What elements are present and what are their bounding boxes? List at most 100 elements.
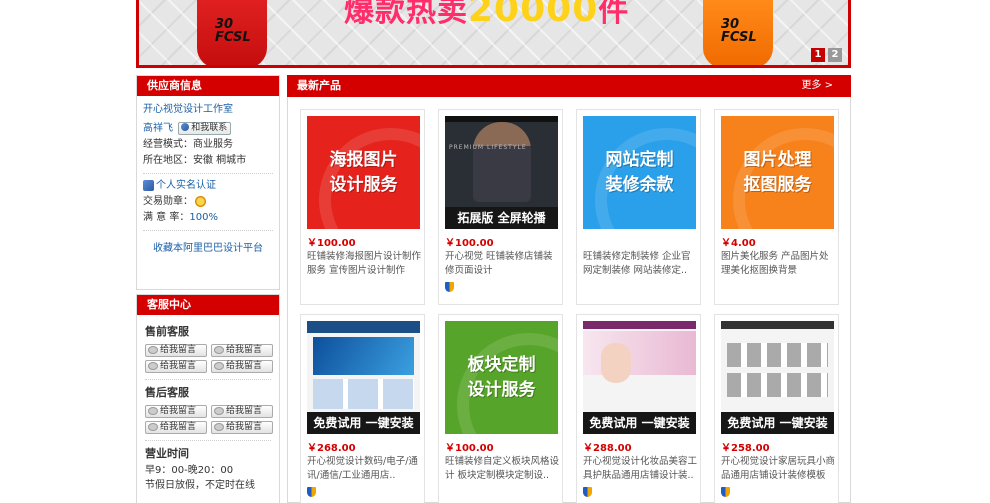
leave-message-label: 给我留言 [160,406,197,416]
product-title-link[interactable]: 旺铺装修定制装修 企业官网定制装修 网站装修定.. [583,250,699,278]
product-card[interactable]: PREMIUM LIFESTYLE 拓展版 全屏轮播 ￥100.00 开心视觉 … [438,109,563,305]
product-thumbnail[interactable]: 海报图片 设计服务 [307,116,420,229]
product-card[interactable]: 免费试用 一键安装 ￥288.00 开心视觉设计化妆品美容工具护肤品通用店铺设计… [576,314,701,503]
favorite-link[interactable]: 收藏本阿里巴巴设计平台 [143,235,273,254]
kid-logo: 30 FCSL [721,17,757,45]
banner-model-right: 30 FCSL [703,0,773,65]
hours-title: 营业时间 [145,447,189,460]
screen-header [721,321,834,329]
leave-message-button[interactable]: 给我留言 [145,405,207,418]
message-bubble-icon [148,361,158,370]
thumbnail-caption: 拓展版 全屏轮播 [445,207,558,229]
divider [143,173,273,174]
thumbnail-text: 板块定制 设计服务 [467,354,536,400]
product-title-link[interactable]: 开心视觉 旺铺装修店铺装修页面设计 [445,250,561,278]
message-bubble-icon [214,422,224,431]
company-link[interactable]: 开心视觉设计工作室 [143,102,273,118]
medal-row: 交易勋章： [143,194,273,210]
medal-label: 交易勋章： [143,196,193,207]
product-thumbnail[interactable]: 网站定制 装修余款 [583,116,696,229]
leave-message-label: 给我留言 [226,361,263,371]
thumbnail-caption: 免费试用 一键安装 [307,412,420,434]
contact-me-button[interactable]: 和我联系 [178,121,232,135]
shop-page: 30 FCSL 30 FCSL 爆款热卖20000件 1 2 供应商信息 开心视… [0,0,990,503]
contact-row: 高祥飞 和我联系 [143,121,273,137]
service-panel: 客服中心 售前客服 给我留言 给我留言 给我留言 给我留言 售后客服 给我留言 … [136,294,280,503]
contact-name-link[interactable]: 高祥飞 [143,123,173,134]
cert-row[interactable]: 个人实名认证 [143,178,273,194]
product-thumbnail[interactable]: 图片处理 抠图服务 [721,116,834,229]
banner-model-left: 30 FCSL [197,0,267,65]
leave-message-button[interactable]: 给我留言 [211,360,273,373]
leave-message-button[interactable]: 给我留言 [145,360,207,373]
leave-message-label: 给我留言 [160,345,197,355]
thumbnail-tagline: PREMIUM LIFESTYLE [449,144,527,151]
message-bubble-icon [214,406,224,415]
region-value: 安徽 桐城市 [193,155,247,166]
thumbnail-text: 网站定制 装修余款 [605,149,674,195]
cert-link[interactable]: 个人实名认证 [156,180,216,191]
id-card-icon [143,179,154,191]
leave-message-label: 给我留言 [226,406,263,416]
screen-header [583,321,696,329]
aftersale-buttons: 给我留言 给我留言 给我留言 给我留言 [145,405,273,434]
product-card[interactable]: 海报图片 设计服务 ￥100.00 旺铺装修海报图片设计制作服务 宣传图片设计制… [300,109,425,305]
product-card[interactable]: 免费试用 一键安装 ￥268.00 开心视觉设计数码/电子/通讯/通信/工业通用… [300,314,425,503]
shield-icon [307,487,316,497]
message-bubble-icon [214,361,224,370]
shield-icon [721,487,730,497]
product-price: ￥100.00 [445,238,494,249]
banner-page-2[interactable]: 2 [828,48,842,62]
leave-message-button[interactable]: 给我留言 [145,421,207,434]
product-title-link[interactable]: 图片美化服务 产品图片处理美化抠图换背景 [721,250,837,278]
product-grid: 海报图片 设计服务 ￥100.00 旺铺装修海报图片设计制作服务 宣传图片设计制… [287,97,851,503]
product-title-link[interactable]: 开心视觉设计化妆品美容工具护肤品通用店铺设计装.. [583,455,699,483]
product-thumbnail[interactable]: PREMIUM LIFESTYLE 拓展版 全屏轮播 [445,116,558,229]
product-title-link[interactable]: 开心视觉设计家居玩具小商品通用店铺设计装修模板 [721,455,837,483]
supplier-panel: 供应商信息 开心视觉设计工作室 高祥飞 和我联系 经营模式：商业服务 所在地区：… [136,75,280,290]
shield-icon [583,487,592,497]
product-card[interactable]: 图片处理 抠图服务 ￥4.00 图片美化服务 产品图片处理美化抠图换背景 [714,109,839,305]
more-link[interactable]: 更多 > [801,75,833,97]
screen-hero [583,331,696,383]
leave-message-button[interactable]: 给我留言 [145,344,207,357]
product-thumbnail[interactable]: 免费试用 一键安装 [583,321,696,434]
thumbnail-caption: 免费试用 一键安装 [583,412,696,434]
product-card[interactable]: 板块定制 设计服务 ￥100.00 旺铺装修自定义板块风格设计 板块定制模块定制… [438,314,563,503]
message-bubble-icon [214,345,224,354]
product-price: ￥100.00 [307,238,356,249]
aftersale-title: 售后客服 [145,386,189,399]
product-title-link[interactable]: 旺铺装修自定义板块风格设计 板块定制模块定制设.. [445,455,561,483]
region-row: 所在地区：安徽 桐城市 [143,153,273,169]
product-thumbnail[interactable]: 免费试用 一键安装 [307,321,420,434]
model-figure [473,122,531,202]
satisfaction-label: 满 意 率： [143,212,190,223]
product-price: ￥268.00 [307,443,356,454]
product-thumbnail[interactable]: 免费试用 一键安装 [721,321,834,434]
divider [145,379,271,380]
promo-banner[interactable]: 30 FCSL 30 FCSL 爆款热卖20000件 1 2 [136,0,851,68]
leave-message-label: 给我留言 [160,422,197,432]
satisfaction-row: 满 意 率：100% [143,210,273,226]
banner-headline-text: 爆款热卖 [344,0,468,29]
divider [143,230,273,231]
banner-headline-unit: 件 [598,0,630,29]
product-title-link[interactable]: 开心视觉设计数码/电子/通讯/通信/工业通用店.. [307,455,423,483]
product-thumbnail[interactable]: 板块定制 设计服务 [445,321,558,434]
product-card[interactable]: 免费试用 一键安装 ￥258.00 开心视觉设计家居玩具小商品通用店铺设计装修模… [714,314,839,503]
leave-message-button[interactable]: 给我留言 [211,421,273,434]
screen-products-row [727,343,828,367]
banner-page-1[interactable]: 1 [811,48,825,62]
screen-grid [313,379,414,409]
product-card[interactable]: 网站定制 装修余款 旺铺装修定制装修 企业官网定制装修 网站装修定.. [576,109,701,305]
message-bubble-icon [148,345,158,354]
leave-message-button[interactable]: 给我留言 [211,405,273,418]
business-mode-row: 经营模式：商业服务 [143,137,273,153]
product-price: ￥288.00 [583,443,632,454]
leave-message-button[interactable]: 给我留言 [211,344,273,357]
product-title-link[interactable]: 旺铺装修海报图片设计制作服务 宣传图片设计制作 [307,250,423,278]
banner-headline: 爆款热卖20000件 [344,0,629,30]
leave-message-label: 给我留言 [226,422,263,432]
banner-headline-number: 20000 [468,0,599,30]
satisfaction-value: 100% [189,212,218,223]
